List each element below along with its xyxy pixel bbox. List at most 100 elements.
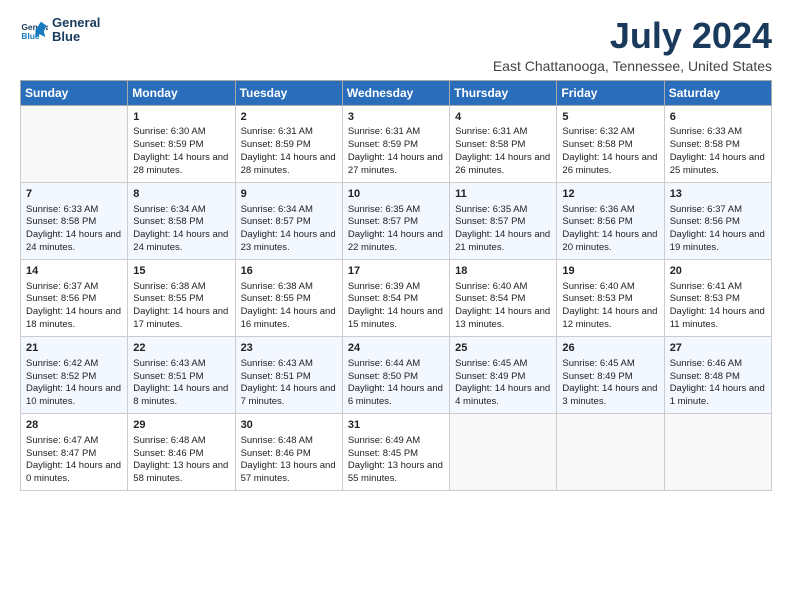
- daylight: Daylight: 14 hours and 18 minutes.: [26, 306, 121, 330]
- col-monday: Monday: [128, 80, 235, 105]
- cell-2-6: 12Sunrise: 6:36 AMSunset: 8:56 PMDayligh…: [557, 182, 664, 259]
- day-number: 23: [241, 341, 338, 356]
- day-number: 7: [26, 187, 123, 202]
- day-number: 16: [241, 264, 338, 279]
- daylight: Daylight: 14 hours and 26 minutes.: [455, 152, 550, 176]
- logo-icon: General Blue: [20, 16, 48, 44]
- cell-4-1: 21Sunrise: 6:42 AMSunset: 8:52 PMDayligh…: [21, 336, 128, 413]
- daylight: Daylight: 14 hours and 16 minutes.: [241, 306, 336, 330]
- cell-5-1: 28Sunrise: 6:47 AMSunset: 8:47 PMDayligh…: [21, 413, 128, 490]
- cell-5-4: 31Sunrise: 6:49 AMSunset: 8:45 PMDayligh…: [342, 413, 449, 490]
- calendar-table: Sunday Monday Tuesday Wednesday Thursday…: [20, 80, 772, 491]
- sunrise: Sunrise: 6:38 AM: [133, 281, 205, 292]
- cell-1-7: 6Sunrise: 6:33 AMSunset: 8:58 PMDaylight…: [664, 105, 771, 182]
- sunset: Sunset: 8:46 PM: [241, 448, 311, 459]
- daylight: Daylight: 14 hours and 1 minute.: [670, 383, 765, 407]
- day-number: 30: [241, 418, 338, 433]
- week-row-2: 7Sunrise: 6:33 AMSunset: 8:58 PMDaylight…: [21, 182, 772, 259]
- sunset: Sunset: 8:56 PM: [562, 216, 632, 227]
- daylight: Daylight: 14 hours and 25 minutes.: [670, 152, 765, 176]
- sunset: Sunset: 8:46 PM: [133, 448, 203, 459]
- cell-1-6: 5Sunrise: 6:32 AMSunset: 8:58 PMDaylight…: [557, 105, 664, 182]
- day-number: 31: [348, 418, 445, 433]
- day-number: 3: [348, 110, 445, 125]
- daylight: Daylight: 14 hours and 6 minutes.: [348, 383, 443, 407]
- sunset: Sunset: 8:57 PM: [348, 216, 418, 227]
- sunset: Sunset: 8:59 PM: [133, 139, 203, 150]
- day-number: 10: [348, 187, 445, 202]
- day-number: 18: [455, 264, 552, 279]
- sunrise: Sunrise: 6:34 AM: [241, 204, 313, 215]
- day-number: 14: [26, 264, 123, 279]
- daylight: Daylight: 14 hours and 27 minutes.: [348, 152, 443, 176]
- col-sunday: Sunday: [21, 80, 128, 105]
- cell-5-3: 30 Sunrise: 6:48 AM Sunset: 8:46 PMDayligh…: [235, 413, 342, 490]
- sunrise: Sunrise: 6:34 AM: [133, 204, 205, 215]
- subtitle: East Chattanooga, Tennessee, United Stat…: [493, 58, 772, 74]
- day-number: 19: [562, 264, 659, 279]
- sunrise: Sunrise: 6:46 AM: [670, 358, 742, 369]
- sunrise: Sunrise: 6:31 AM: [455, 126, 527, 137]
- sunset: Sunset: 8:52 PM: [26, 371, 96, 382]
- day-number: 29: [133, 418, 230, 433]
- cell-5-7: [664, 413, 771, 490]
- sunrise: Sunrise: 6:48 AM: [241, 435, 313, 446]
- week-row-1: 1Sunrise: 6:30 AMSunset: 8:59 PMDaylight…: [21, 105, 772, 182]
- cell-4-3: 23 Sunrise: 6:43 AM Sunset: 8:51 PMDayligh…: [235, 336, 342, 413]
- cell-3-4: 17Sunrise: 6:39 AMSunset: 8:54 PMDayligh…: [342, 259, 449, 336]
- sunset: Sunset: 8:54 PM: [455, 293, 525, 304]
- cell-3-1: 14Sunrise: 6:37 AMSunset: 8:56 PMDayligh…: [21, 259, 128, 336]
- cell-4-6: 26Sunrise: 6:45 AMSunset: 8:49 PMDayligh…: [557, 336, 664, 413]
- sunrise: Sunrise: 6:31 AM: [348, 126, 420, 137]
- sunset: Sunset: 8:59 PM: [348, 139, 418, 150]
- day-number: 22: [133, 341, 230, 356]
- daylight: Daylight: 14 hours and 19 minutes.: [670, 229, 765, 253]
- cell-4-5: 25Sunrise: 6:45 AMSunset: 8:49 PMDayligh…: [450, 336, 557, 413]
- sunset: Sunset: 8:53 PM: [670, 293, 740, 304]
- sunrise: Sunrise: 6:35 AM: [455, 204, 527, 215]
- daylight: Daylight: 14 hours and 24 minutes.: [26, 229, 121, 253]
- daylight: Daylight: 14 hours and 7 minutes.: [241, 383, 336, 407]
- daylight: Daylight: 14 hours and 23 minutes.: [241, 229, 336, 253]
- sunrise: Sunrise: 6:30 AM: [133, 126, 205, 137]
- sunrise: Sunrise: 6:47 AM: [26, 435, 98, 446]
- sunrise: Sunrise: 6:43 AM: [241, 358, 313, 369]
- sunrise: Sunrise: 6:45 AM: [455, 358, 527, 369]
- sunset: Sunset: 8:53 PM: [562, 293, 632, 304]
- day-number: 6: [670, 110, 767, 125]
- sunset: Sunset: 8:55 PM: [241, 293, 311, 304]
- daylight: Daylight: 14 hours and 28 minutes.: [241, 152, 336, 176]
- sunset: Sunset: 8:51 PM: [241, 371, 311, 382]
- sunrise: Sunrise: 6:43 AM: [133, 358, 205, 369]
- sunset: Sunset: 8:58 PM: [133, 216, 203, 227]
- page: General Blue General Blue July 2024 East…: [0, 0, 792, 612]
- day-number: 21: [26, 341, 123, 356]
- daylight: Daylight: 13 hours and 57 minutes.: [241, 460, 336, 484]
- day-number: 26: [562, 341, 659, 356]
- header: General Blue General Blue July 2024 East…: [20, 16, 772, 74]
- daylight: Daylight: 14 hours and 28 minutes.: [133, 152, 228, 176]
- day-number: 20: [670, 264, 767, 279]
- daylight: Daylight: 14 hours and 11 minutes.: [670, 306, 765, 330]
- sunrise: Sunrise: 6:40 AM: [562, 281, 634, 292]
- day-number: 11: [455, 187, 552, 202]
- sunset: Sunset: 8:50 PM: [348, 371, 418, 382]
- sunset: Sunset: 8:55 PM: [133, 293, 203, 304]
- daylight: Daylight: 13 hours and 58 minutes.: [133, 460, 228, 484]
- cell-2-7: 13Sunrise: 6:37 AMSunset: 8:56 PMDayligh…: [664, 182, 771, 259]
- cell-1-1: [21, 105, 128, 182]
- sunset: Sunset: 8:49 PM: [562, 371, 632, 382]
- sunrise: Sunrise: 6:39 AM: [348, 281, 420, 292]
- day-number: 17: [348, 264, 445, 279]
- sunset: Sunset: 8:58 PM: [26, 216, 96, 227]
- daylight: Daylight: 14 hours and 22 minutes.: [348, 229, 443, 253]
- daylight: Daylight: 14 hours and 17 minutes.: [133, 306, 228, 330]
- day-number: 12: [562, 187, 659, 202]
- main-title: July 2024: [493, 16, 772, 56]
- sunrise: Sunrise: 6:36 AM: [562, 204, 634, 215]
- sunrise: Sunrise: 6:48 AM: [133, 435, 205, 446]
- daylight: Daylight: 14 hours and 0 minutes.: [26, 460, 121, 484]
- cell-5-2: 29 Sunrise: 6:48 AM Sunset: 8:46 PMDayligh…: [128, 413, 235, 490]
- cell-4-7: 27Sunrise: 6:46 AMSunset: 8:48 PMDayligh…: [664, 336, 771, 413]
- daylight: Daylight: 14 hours and 4 minutes.: [455, 383, 550, 407]
